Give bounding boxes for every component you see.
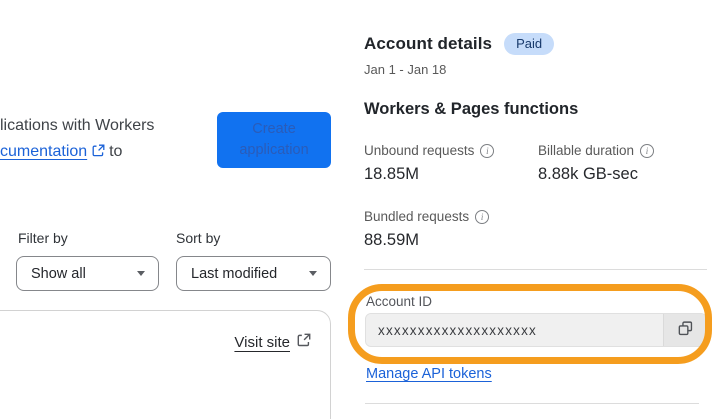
account-id-label: Account ID xyxy=(366,294,433,309)
copy-button[interactable] xyxy=(663,314,706,346)
worker-card: Visit site xyxy=(0,310,331,419)
intro-text: lications with Workers cumentation to xyxy=(0,113,212,166)
intro-suffix: to xyxy=(109,143,123,160)
date-range: Jan 1 - Jan 18 xyxy=(364,62,447,77)
intro-line-2: cumentation to xyxy=(0,139,212,166)
sort-select-value: Last modified xyxy=(191,265,278,282)
plan-badge: Paid xyxy=(504,33,555,55)
info-icon[interactable]: i xyxy=(475,209,490,224)
intro-line-1: lications with Workers xyxy=(0,117,155,134)
unbound-requests-value: 18.85M xyxy=(364,165,420,183)
external-link-icon xyxy=(297,333,311,351)
chevron-down-icon xyxy=(137,271,145,276)
account-details-panel: Account details Paid Jan 1 - Jan 18 Work… xyxy=(364,0,712,419)
documentation-link[interactable]: cumentation xyxy=(0,143,87,160)
filter-select[interactable]: Show all xyxy=(16,256,159,291)
billable-duration-value: 8.88k GB-sec xyxy=(538,165,638,183)
sort-by-label: Sort by xyxy=(176,230,221,246)
visit-site-link[interactable]: Visit site xyxy=(234,333,311,351)
account-id-field-group xyxy=(365,313,707,347)
functions-section-title: Workers & Pages functions xyxy=(364,100,579,118)
divider xyxy=(364,269,707,270)
info-icon[interactable]: i xyxy=(480,143,495,158)
filter-select-value: Show all xyxy=(31,265,86,282)
visit-site-label: Visit site xyxy=(234,333,290,351)
account-details-header: Account details Paid xyxy=(364,33,555,55)
unbound-requests-label: Unbound requests i xyxy=(364,143,495,158)
divider xyxy=(365,403,699,404)
bundled-requests-label: Bundled requests i xyxy=(364,209,490,224)
billable-duration-label: Billable duration i xyxy=(538,143,655,158)
copy-icon xyxy=(677,320,694,340)
create-application-button[interactable]: Create application xyxy=(217,112,331,168)
manage-api-tokens-link[interactable]: Manage API tokens xyxy=(366,366,492,382)
stat-label-text: Unbound requests xyxy=(364,143,475,158)
bundled-requests-value: 88.59M xyxy=(364,231,420,249)
stat-label-text: Bundled requests xyxy=(364,209,470,224)
filter-by-label: Filter by xyxy=(18,230,68,246)
info-icon[interactable]: i xyxy=(640,143,655,158)
sort-select[interactable]: Last modified xyxy=(176,256,331,291)
account-details-title: Account details xyxy=(364,34,493,53)
account-id-input[interactable] xyxy=(366,314,663,346)
chevron-down-icon xyxy=(309,271,317,276)
page: lications with Workers cumentation to Cr… xyxy=(0,0,718,419)
external-link-icon xyxy=(92,140,105,166)
stat-label-text: Billable duration xyxy=(538,143,635,158)
